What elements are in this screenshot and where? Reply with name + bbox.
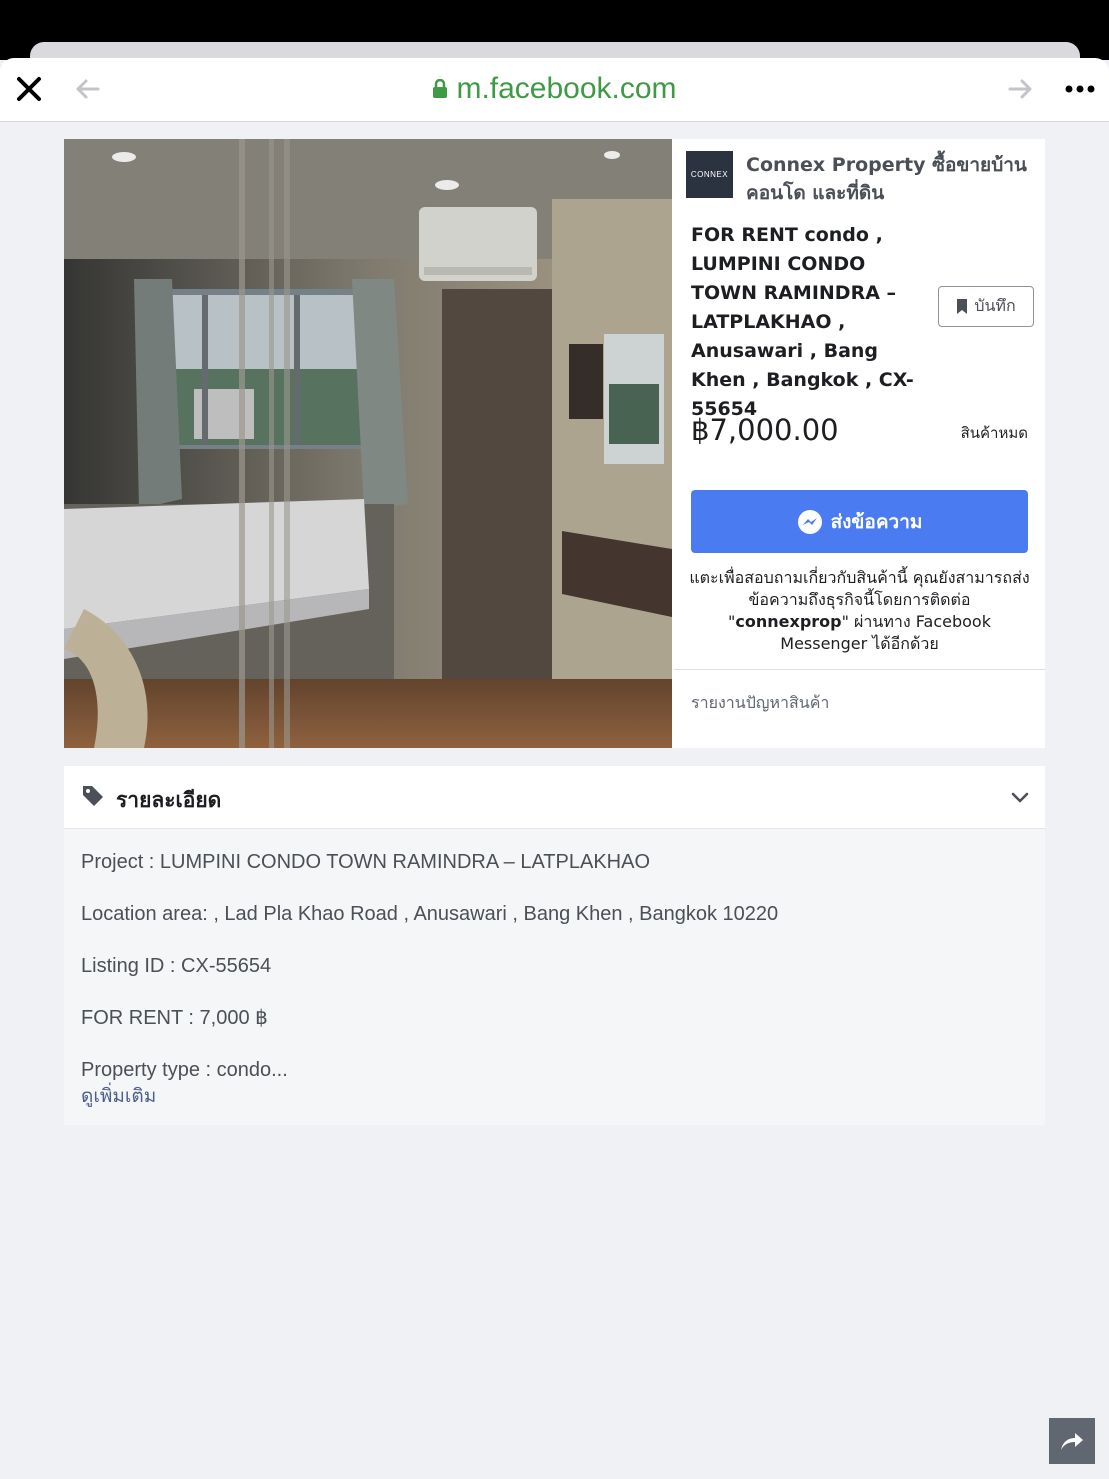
send-message-button[interactable]: ส่งข้อความ bbox=[691, 490, 1028, 553]
listing-photo[interactable] bbox=[64, 139, 672, 748]
divider bbox=[674, 669, 1045, 670]
see-more-link[interactable]: ดูเพิ่มเติม bbox=[81, 1083, 1021, 1109]
details-title: รายละเอียด bbox=[116, 788, 222, 812]
details-header[interactable]: รายละเอียด bbox=[64, 766, 1045, 829]
send-message-label: ส่งข้อความ bbox=[830, 510, 923, 533]
seller[interactable]: CONNEX Connex Property ซื้อขายบ้าน คอนโด… bbox=[686, 151, 1035, 207]
share-icon[interactable] bbox=[1049, 1418, 1095, 1464]
report-link[interactable]: รายงานปัญหาสินค้า bbox=[691, 691, 829, 716]
chevron-down-icon[interactable] bbox=[1009, 786, 1031, 812]
listing-card: CONNEX Connex Property ซื้อขายบ้าน คอนโด… bbox=[64, 139, 1045, 748]
detail-line: Location area: , Lad Pla Khao Road , Anu… bbox=[81, 903, 779, 925]
save-button[interactable]: บันทึก bbox=[938, 286, 1034, 327]
seller-logo[interactable]: CONNEX bbox=[686, 151, 733, 198]
arrow-right-icon[interactable] bbox=[1006, 74, 1036, 104]
bookmark-icon bbox=[957, 299, 968, 314]
listing-title: FOR RENT condo , LUMPINI CONDO TOWN RAMI… bbox=[691, 224, 914, 420]
details-section: รายละเอียด Project : LUMPINI CONDO TOWN … bbox=[64, 766, 1045, 1125]
browser-toolbar: m.facebook.com bbox=[0, 58, 1109, 122]
listing-price: ฿7,000.00 bbox=[691, 413, 839, 447]
message-note: แตะเพื่อสอบถามเกี่ยวกับสินค้านี้ คุณยังส… bbox=[688, 567, 1031, 655]
detail-line: Property type : condo... bbox=[81, 1059, 288, 1081]
more-icon[interactable] bbox=[1060, 72, 1100, 106]
url-text: m.facebook.com bbox=[456, 72, 677, 105]
detail-line: FOR RENT : 7,000 ฿ bbox=[81, 1007, 268, 1029]
detail-line: Listing ID : CX-55654 bbox=[81, 955, 272, 977]
seller-logo-text: CONNEX bbox=[690, 170, 729, 179]
details-body: Project : LUMPINI CONDO TOWN RAMINDRA – … bbox=[81, 849, 1021, 1109]
messenger-icon bbox=[797, 509, 822, 534]
seller-name[interactable]: Connex Property ซื้อขายบ้าน คอนโด และที่… bbox=[746, 151, 1035, 207]
stock-status: สินค้าหมด bbox=[960, 424, 1028, 442]
save-label: บันทึก bbox=[974, 296, 1016, 315]
tag-icon bbox=[81, 784, 105, 812]
url-display[interactable]: m.facebook.com bbox=[0, 72, 1109, 107]
detail-line: Project : LUMPINI CONDO TOWN RAMINDRA – … bbox=[81, 851, 651, 873]
note-handle: connexprop bbox=[735, 612, 842, 631]
listing-info-panel: CONNEX Connex Property ซื้อขายบ้าน คอนโด… bbox=[674, 139, 1045, 748]
lock-icon bbox=[432, 73, 448, 107]
